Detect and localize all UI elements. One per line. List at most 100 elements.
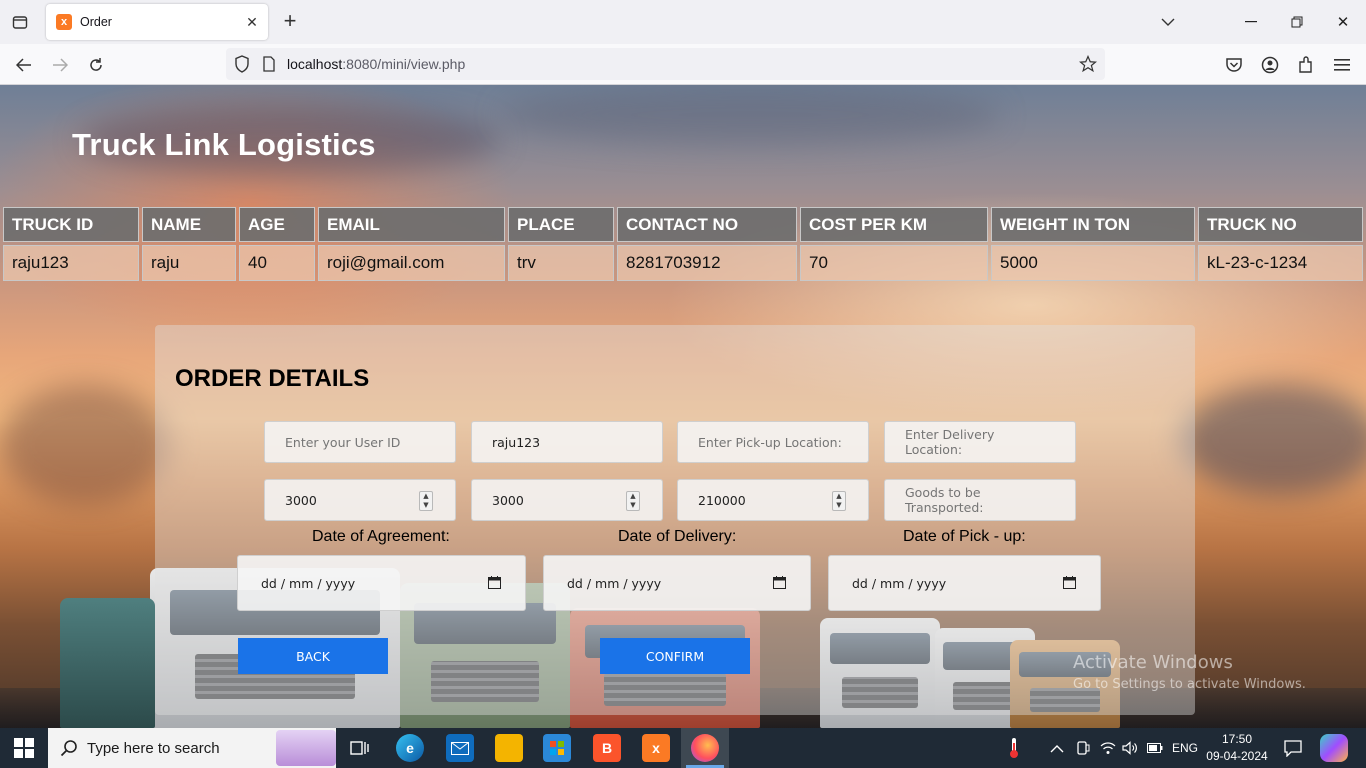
order-form-card: ORDER DETAILS Enter your User ID raju123… [155, 325, 1195, 715]
close-window-icon[interactable]: ✕ [1329, 8, 1357, 36]
date-placeholder: dd / mm / yyyy [567, 575, 662, 591]
tracking-protection-shield-icon[interactable] [234, 55, 250, 78]
page-info-icon[interactable] [262, 56, 276, 77]
firefox-icon[interactable] [691, 734, 719, 762]
table-cell: raju123 [3, 245, 139, 281]
column-header: TRUCK ID [3, 207, 139, 242]
date-of-pickup-input[interactable]: dd / mm / yyyy [828, 555, 1101, 611]
date-of-delivery-input[interactable]: dd / mm / yyyy [543, 555, 811, 611]
list-all-tabs-icon[interactable] [8, 10, 32, 34]
mail-icon[interactable] [446, 734, 474, 762]
number-input-1[interactable]: 3000 ▲ ▼ [264, 479, 456, 521]
browser-tab-order[interactable]: x Order ✕ [46, 4, 268, 40]
table-cell: 8281703912 [617, 245, 797, 281]
file-explorer-icon[interactable] [495, 734, 523, 762]
search-placeholder: Type here to search [87, 739, 220, 757]
brave-browser-icon[interactable]: B [593, 734, 621, 762]
table-cell: raju [142, 245, 236, 281]
column-header: PLACE [508, 207, 614, 242]
show-hidden-icons-chevron-icon[interactable] [1050, 728, 1064, 768]
search-icon [60, 740, 77, 757]
temperature-icon[interactable] [1000, 734, 1028, 762]
volume-icon[interactable] [1122, 728, 1138, 768]
date-of-pickup-label: Date of Pick - up: [903, 528, 1026, 545]
site-title: Truck Link Logistics [72, 127, 376, 162]
number-input-2[interactable]: 3000 ▲ ▼ [471, 479, 663, 521]
background-cloud [0, 385, 170, 505]
date-of-agreement-input[interactable]: dd / mm / yyyy [237, 555, 526, 611]
table-cell: roji@gmail.com [318, 245, 505, 281]
tab-title: Order [80, 15, 112, 29]
windows-taskbar: Type here to search e B x ENG 17:50 09-0… [0, 728, 1366, 768]
meet-now-icon[interactable] [1076, 728, 1090, 768]
truck-id-input[interactable]: raju123 [471, 421, 663, 463]
date-placeholder: dd / mm / yyyy [261, 575, 356, 591]
task-view-icon[interactable] [346, 734, 374, 762]
page-viewport: Truck Link Logistics TRUCK ID NAME AGE E… [0, 85, 1366, 728]
number-input-value: 3000 [492, 492, 524, 508]
date-of-delivery-label: Date of Delivery: [618, 528, 737, 545]
edge-icon[interactable]: e [396, 734, 424, 762]
new-tab-icon[interactable]: + [279, 10, 301, 34]
xampp-icon[interactable]: x [642, 734, 670, 762]
clock-time: 17:50 [1221, 732, 1253, 746]
pocket-icon[interactable] [1223, 54, 1245, 76]
network-icon[interactable] [1100, 728, 1116, 768]
table-cell: kL-23-c-1234 [1198, 245, 1363, 281]
column-header: TRUCK NO [1198, 207, 1363, 242]
taskbar-search-box[interactable]: Type here to search [48, 728, 336, 768]
copilot-icon[interactable] [1320, 734, 1348, 762]
chevron-down-icon[interactable] [1154, 8, 1182, 36]
windows-start-icon[interactable] [14, 738, 34, 758]
number-input-value: 3000 [285, 492, 317, 508]
date-of-agreement-label: Date of Agreement: [312, 528, 450, 545]
activate-windows-watermark: Activate Windows Go to Settings to activ… [1073, 652, 1306, 692]
column-header: WEIGHT IN TON [991, 207, 1195, 242]
url-host: localhost [287, 56, 343, 72]
back-button[interactable]: BACK [238, 638, 388, 674]
minimize-icon[interactable] [1237, 8, 1265, 36]
calendar-icon[interactable] [773, 576, 786, 589]
number-input-3[interactable]: 210000 ▲ ▼ [677, 479, 869, 521]
bookmark-star-icon[interactable] [1077, 53, 1099, 75]
confirm-button[interactable]: CONFIRM [600, 638, 750, 674]
goods-input[interactable]: Goods to be Transported: [884, 479, 1076, 521]
browser-tab-bar: x Order ✕ + ✕ [0, 0, 1366, 44]
menu-hamburger-icon[interactable] [1331, 54, 1353, 76]
back-arrow-icon[interactable] [11, 52, 37, 78]
number-spinner-icon[interactable]: ▲ ▼ [832, 491, 846, 511]
reload-icon[interactable] [83, 52, 109, 78]
url-text[interactable]: localhost:8080/mini/view.php [287, 56, 465, 72]
pickup-location-input[interactable]: Enter Pick-up Location: [677, 421, 869, 463]
number-spinner-icon[interactable]: ▲ ▼ [626, 491, 640, 511]
calendar-icon[interactable] [488, 576, 501, 589]
search-highlight-unicorn-icon [276, 730, 336, 766]
table-cell: 70 [800, 245, 988, 281]
delivery-location-input[interactable]: Enter Delivery Location: [884, 421, 1076, 463]
column-header: NAME [142, 207, 236, 242]
close-tab-icon[interactable]: ✕ [242, 12, 262, 32]
table-row: raju123 raju 40 roji@gmail.com trv 82817… [3, 245, 1363, 281]
table-header-row: TRUCK ID NAME AGE EMAIL PLACE CONTACT NO… [3, 207, 1363, 242]
forward-arrow-icon[interactable] [47, 52, 73, 78]
battery-icon[interactable] [1147, 728, 1163, 768]
microsoft-store-icon[interactable] [543, 734, 571, 762]
taskbar-clock[interactable]: 17:50 09-04-2024 [1205, 731, 1269, 765]
user-id-input[interactable]: Enter your User ID [264, 421, 456, 463]
address-bar[interactable]: localhost:8080/mini/view.php [226, 48, 1105, 80]
column-header: CONTACT NO [617, 207, 797, 242]
extensions-icon[interactable] [1295, 54, 1317, 76]
truck-details-table: TRUCK ID NAME AGE EMAIL PLACE CONTACT NO… [0, 204, 1366, 284]
account-icon[interactable] [1259, 54, 1281, 76]
restore-icon[interactable] [1283, 8, 1311, 36]
date-placeholder: dd / mm / yyyy [852, 575, 947, 591]
calendar-icon[interactable] [1063, 576, 1076, 589]
table-cell: 40 [239, 245, 315, 281]
table-cell: trv [508, 245, 614, 281]
number-spinner-icon[interactable]: ▲ ▼ [419, 491, 433, 511]
clock-date: 09-04-2024 [1206, 749, 1268, 763]
notifications-icon[interactable] [1284, 728, 1302, 768]
input-language[interactable]: ENG [1172, 728, 1198, 768]
url-path: :8080/mini/view.php [342, 56, 466, 72]
xampp-favicon-icon: x [56, 14, 72, 30]
